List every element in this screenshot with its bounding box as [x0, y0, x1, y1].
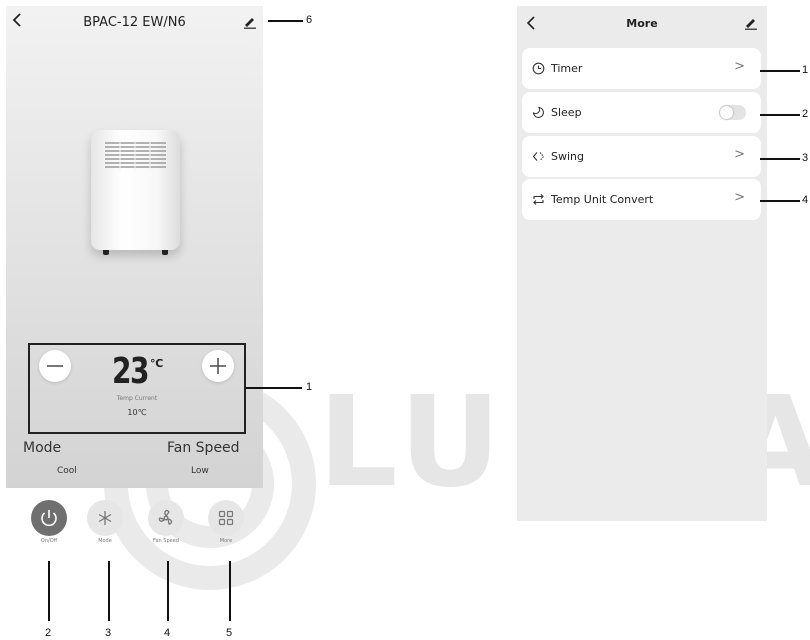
fan-speed-button[interactable]: [148, 500, 184, 536]
menu-item-label: Timer: [551, 62, 583, 75]
moon-icon: [532, 106, 545, 119]
power-icon: [41, 510, 57, 527]
sleep-toggle[interactable]: [719, 105, 746, 120]
minus-icon: [47, 365, 63, 367]
snowflake-icon: [98, 511, 112, 525]
mode-control-label: Mode: [98, 538, 112, 544]
grid-icon: [218, 510, 234, 526]
device-foot: [103, 250, 109, 255]
toggle-knob: [720, 106, 733, 119]
menu-item-label: Temp Unit Convert: [551, 193, 654, 206]
temp-current-caption: Temp Current: [116, 395, 158, 402]
mode-button[interactable]: [87, 500, 123, 536]
callout-line: [760, 158, 800, 160]
fan-speed-label: Fan Speed: [167, 440, 240, 456]
device-title: BPAC-12 EW/N6: [83, 15, 186, 30]
callout-line: [760, 114, 800, 116]
callout-number: 5: [226, 627, 233, 639]
mode-value: Cool: [57, 466, 77, 476]
callout-number: 6: [306, 14, 313, 26]
fan-speed-control-label: Fan Speed: [153, 538, 179, 544]
callout-number: 4: [802, 194, 809, 206]
more-top-bar: More: [517, 6, 767, 38]
chevron-right-icon: >: [734, 190, 745, 205]
more-control-label: More: [219, 538, 233, 544]
mode-label: Mode: [23, 440, 62, 456]
decrease-temp-button[interactable]: [39, 350, 71, 382]
swing-icon: [532, 152, 545, 161]
chevron-right-icon: >: [734, 147, 745, 162]
main-top-bar: BPAC-12 EW/N6: [6, 6, 263, 38]
convert-icon: [533, 194, 544, 205]
callout-number: 1: [802, 64, 809, 76]
dehumidifier-image: [91, 130, 180, 255]
callout-number: 4: [164, 627, 171, 639]
callout-line: [229, 561, 231, 621]
callout-number: 3: [105, 627, 112, 639]
fan-icon: [158, 509, 173, 525]
device-grille: [105, 141, 166, 171]
more-title: More: [626, 17, 658, 30]
menu-item-sleep: Sleep: [522, 92, 761, 133]
callout-number: 3: [802, 152, 809, 164]
callout-line: [760, 200, 800, 202]
callout-number: 2: [802, 108, 809, 120]
menu-item-timer[interactable]: Timer >: [522, 48, 761, 89]
menu-item-label: Sleep: [551, 106, 582, 119]
temperature-unit: ℃: [150, 357, 164, 370]
pencil-icon[interactable]: [744, 16, 758, 30]
callout-number: 2: [45, 627, 52, 639]
callout-line: [268, 20, 303, 22]
more-button[interactable]: [208, 500, 244, 536]
callout-line: [48, 561, 50, 621]
chevron-right-icon: >: [734, 59, 745, 74]
callout-line: [760, 70, 800, 72]
callout-line: [108, 561, 110, 621]
power-button[interactable]: [31, 500, 67, 536]
device-foot: [162, 250, 168, 255]
more-screen: More Timer > Sleep Swing > Temp Unit Con…: [517, 6, 767, 521]
callout-line: [167, 561, 169, 621]
pencil-icon[interactable]: [243, 15, 257, 29]
increase-temp-button[interactable]: [202, 350, 234, 382]
clock-icon: [532, 62, 545, 75]
menu-item-swing[interactable]: Swing >: [522, 136, 761, 177]
temperature-panel: 23 ℃ Temp Current 10℃: [28, 343, 246, 434]
power-label: On/Off: [40, 538, 58, 544]
set-temperature-value: 23: [112, 351, 150, 392]
menu-item-label: Swing: [551, 150, 584, 163]
main-screen: BPAC-12 EW/N6 23 ℃ Temp Current 10℃ Mode…: [6, 6, 263, 488]
callout-line: [246, 387, 302, 389]
callout-number: 1: [306, 381, 313, 393]
current-temperature-value: 10℃: [127, 408, 147, 417]
plus-icon: [210, 358, 226, 374]
menu-item-temp-unit-convert[interactable]: Temp Unit Convert >: [522, 179, 761, 220]
fan-speed-value: Low: [191, 466, 209, 476]
